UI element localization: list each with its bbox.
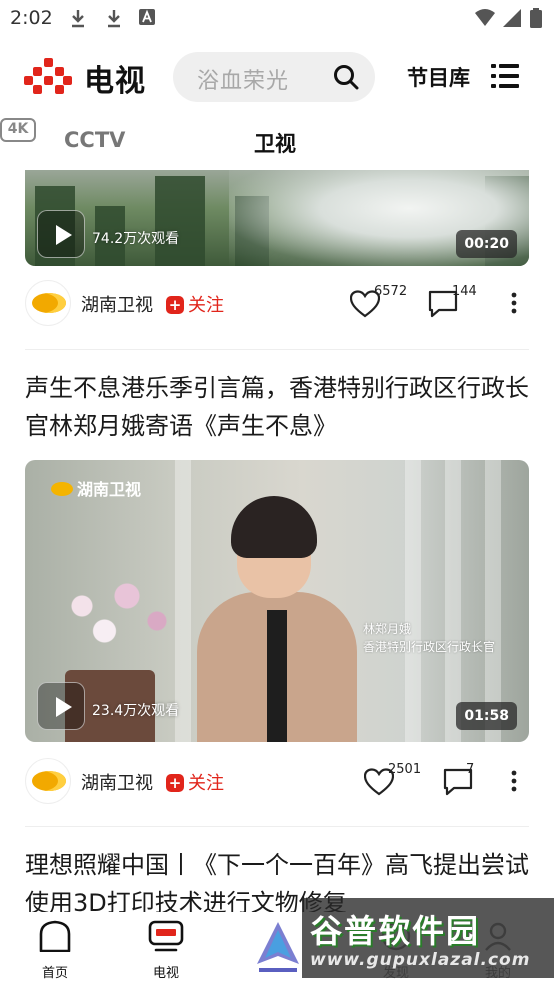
comment-count: 7 [466, 762, 475, 777]
thumbnail-art [445, 460, 461, 742]
thumbnail-art [231, 496, 317, 558]
video-caption: 林郑月娥 香港特别行政区行政长官 [363, 620, 495, 656]
like-count: 2501 [388, 762, 422, 777]
channel-avatar[interactable] [25, 280, 71, 326]
thumbnail-art [405, 460, 421, 742]
home-icon [39, 920, 71, 953]
thumbnail-art [37, 566, 187, 666]
wifi-icon [475, 9, 495, 26]
menu-list-icon[interactable] [491, 64, 519, 88]
view-count: 74.2万次观看 [92, 231, 180, 247]
thumbnail-art [267, 610, 287, 742]
status-bar: 2:02 [0, 0, 554, 36]
channel-name[interactable]: 湖南卫视 [81, 291, 153, 317]
download-icon [72, 10, 84, 28]
download-icon [108, 10, 120, 28]
video-duration: 00:20 [456, 230, 517, 258]
center-logo-icon [257, 922, 299, 972]
nav-label: 电视 [152, 966, 179, 981]
plus-icon: + [166, 774, 184, 792]
more-options-icon[interactable] [510, 292, 518, 314]
status-time: 2:02 [10, 7, 53, 29]
tv-icon [148, 920, 184, 952]
app-header: 电视 浴血荣光 节目库 [0, 44, 554, 110]
comment-count: 144 [452, 284, 477, 299]
more-options-icon[interactable] [510, 770, 518, 792]
nav-tv[interactable]: 电视 [126, 920, 206, 981]
nav-label: 首页 [41, 966, 68, 981]
watermark-site-name: 谷普软件园 [310, 912, 481, 950]
play-button[interactable] [37, 210, 85, 258]
video-thumbnail[interactable]: 湖南卫视 林郑月娥 香港特别行政区行政长官 23.4万次观看 01:58 [25, 460, 529, 742]
signal-icon [503, 9, 521, 27]
thumbnail-art [155, 176, 205, 266]
play-button[interactable] [37, 682, 85, 730]
tab-satellite-tv[interactable]: 卫视 [254, 128, 296, 158]
caption-name: 林郑月娥 [363, 622, 412, 636]
video-meta-row: 湖南卫视 + 关注 6572 144 [0, 278, 554, 328]
video-duration: 01:58 [456, 702, 517, 730]
program-library-link[interactable]: 节目库 [407, 62, 470, 92]
plus-icon: + [166, 296, 184, 314]
caption-role: 香港特别行政区行政长官 [363, 640, 496, 654]
video-title[interactable]: 声生不息港乐季引言篇，香港特别行政区行政长官林郑月娥寄语《声生不息》 [25, 369, 529, 445]
app-logo-icon [24, 58, 72, 94]
tab-cctv[interactable]: CCTV [64, 128, 125, 152]
follow-label: 关注 [188, 295, 224, 316]
video-thumbnail[interactable]: 74.2万次观看 00:20 [25, 170, 529, 266]
watermark-url: www.gupuxlazal.com [310, 950, 531, 970]
tab-4k[interactable]: 4K [0, 118, 36, 142]
nav-home[interactable]: 首页 [15, 920, 95, 981]
hunan-tv-logo-icon [51, 482, 73, 496]
follow-button[interactable]: + 关注 [166, 291, 224, 317]
channel-watermark: 湖南卫视 [51, 476, 141, 500]
thumbnail-art [485, 460, 501, 742]
search-icon[interactable] [333, 64, 359, 90]
battery-icon [530, 8, 542, 28]
follow-label: 关注 [188, 773, 224, 794]
brand-title: 电视 [84, 64, 146, 99]
search-placeholder: 浴血荣光 [197, 69, 290, 94]
search-bar[interactable]: 浴血荣光 [173, 52, 375, 102]
app-notification-icon [139, 9, 155, 25]
feed-divider [25, 826, 529, 827]
like-count: 6572 [374, 284, 408, 299]
channel-tabs: CCTV 卫视 4K [0, 118, 554, 164]
feed-divider [25, 349, 529, 350]
site-watermark: 谷普软件园 www.gupuxlazal.com [302, 898, 554, 978]
view-count: 23.4万次观看 [92, 703, 180, 719]
channel-name[interactable]: 湖南卫视 [81, 769, 153, 795]
video-feed: 74.2万次观看 00:20 湖南卫视 + 关注 6572 144 声生不息港乐季… [0, 164, 554, 912]
video-meta-row: 湖南卫视 + 关注 2501 7 [0, 756, 554, 806]
follow-button[interactable]: + 关注 [166, 769, 224, 795]
watermark-text: 湖南卫视 [77, 480, 142, 499]
channel-avatar[interactable] [25, 758, 71, 804]
